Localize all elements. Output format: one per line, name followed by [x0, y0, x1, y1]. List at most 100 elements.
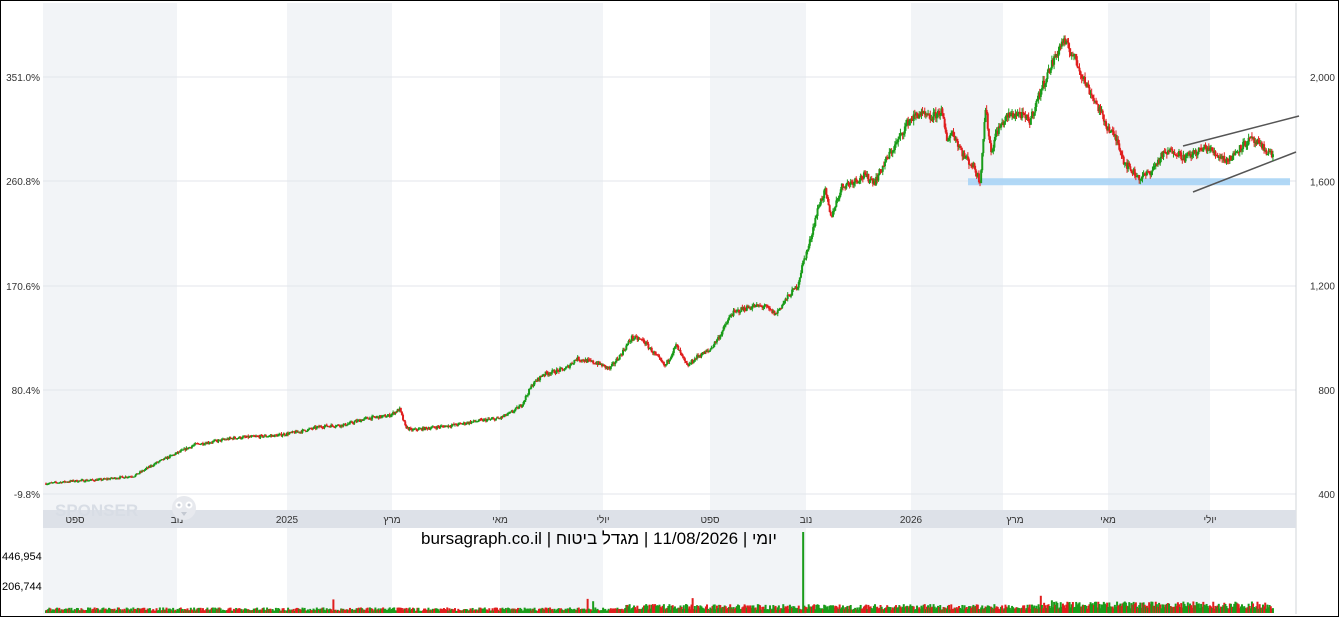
candle-body — [281, 435, 284, 437]
candle-body — [769, 307, 772, 310]
candle-down — [986, 111, 989, 131]
candle-body — [1271, 154, 1274, 158]
volume-month-band — [287, 528, 392, 614]
right-axis-tick-label: 1,200 — [1310, 282, 1335, 293]
left-axis-tick-label: 80.4% — [12, 386, 40, 397]
candle-body — [877, 174, 880, 181]
candle-body — [829, 211, 832, 216]
candle-body — [1076, 60, 1079, 67]
candle-body — [941, 108, 944, 114]
left-axis-tick-label: 260.8% — [6, 177, 40, 188]
candle-body — [1092, 98, 1095, 101]
time-axis-label: מרץ — [383, 515, 400, 526]
candle-body — [816, 208, 819, 217]
left-percent-axis: 351.0% 260.8% 170.6% 80.4% -9.8% — [6, 73, 40, 501]
candle-body — [617, 359, 620, 361]
volume-month-band — [911, 528, 1003, 614]
candle-body — [790, 295, 793, 297]
candle-body — [1105, 121, 1108, 127]
volume-axis: 446,954 206,744 — [2, 551, 42, 593]
right-axis-tick-label: 800 — [1318, 386, 1335, 397]
candle-up — [528, 388, 531, 396]
month-band — [1108, 3, 1210, 510]
time-axis-label: מאי — [1100, 515, 1116, 526]
candle-body — [983, 122, 986, 140]
candle-body — [1180, 152, 1183, 160]
candle-body — [1214, 151, 1217, 155]
candle-down — [1214, 150, 1217, 159]
right-axis-tick-label: 2,000 — [1310, 73, 1335, 84]
candle-body — [399, 407, 402, 412]
left-axis-tick-label: 170.6% — [6, 282, 40, 293]
volume-axis-tick-label: 206,744 — [2, 581, 42, 593]
candle-body — [681, 354, 684, 357]
candle-body — [1101, 110, 1104, 115]
month-band — [500, 3, 603, 510]
candle-body — [402, 414, 405, 420]
time-axis-label: 2026 — [900, 515, 923, 526]
time-axis-label: יולי — [596, 514, 609, 526]
candle-body — [1029, 118, 1032, 125]
candle-body — [739, 311, 742, 313]
month-band — [287, 3, 392, 510]
candle-body — [563, 369, 566, 371]
candle-body — [234, 436, 237, 439]
candle-body — [561, 368, 564, 370]
candle-body — [385, 416, 388, 418]
candle-body — [825, 188, 828, 196]
candle-body — [827, 199, 830, 206]
support-band — [968, 178, 1290, 186]
candle-body — [724, 324, 727, 326]
time-axis-label: מאי — [492, 515, 508, 526]
candle-body — [199, 444, 202, 446]
candle-body — [728, 317, 731, 320]
stock-chart: ספט נוב 2025 מרץ מאי יולי ספט נוב 2026 מרץ מאי יולי… — [2, 3, 1335, 614]
month-band — [710, 3, 806, 510]
candle-body — [1129, 166, 1132, 170]
time-axis-label: מרץ — [1006, 515, 1023, 526]
candle-body — [592, 360, 595, 364]
candle-body — [799, 272, 802, 278]
candle-up — [494, 418, 497, 421]
candle-body — [814, 217, 817, 227]
candle-body — [967, 159, 970, 165]
right-price-axis: 2,000 1,600 1,200 800 400 — [1310, 73, 1335, 501]
candle-body — [1090, 93, 1093, 96]
month-band — [911, 3, 1003, 510]
candle-body — [1046, 72, 1049, 80]
volume-bar — [1271, 608, 1274, 613]
candle-body — [1035, 100, 1038, 107]
candle-body — [833, 210, 836, 212]
time-axis-label: יולי — [1203, 514, 1216, 526]
candlestick-series — [45, 35, 1274, 486]
candle-body — [528, 388, 531, 395]
candle-body — [182, 449, 185, 451]
volume-month-band — [1108, 528, 1210, 614]
left-axis-tick-label: -9.8% — [14, 490, 40, 501]
candle-body — [677, 345, 680, 351]
left-axis-tick-label: 351.0% — [6, 73, 40, 84]
candle-down — [1250, 132, 1253, 142]
time-axis-label: נוב — [800, 515, 813, 526]
right-axis-tick-label: 1,600 — [1310, 177, 1335, 188]
candle-body — [494, 418, 497, 421]
candle-body — [366, 417, 369, 419]
time-axis-label: 2025 — [276, 515, 299, 526]
candle-body — [801, 265, 804, 273]
candle-body — [987, 128, 990, 137]
candle-body — [518, 406, 521, 409]
volume-axis-tick-label: 446,954 — [2, 551, 42, 563]
candle-body — [679, 349, 682, 353]
candle-body — [683, 358, 686, 361]
candle-body — [1265, 150, 1268, 155]
candle-body — [262, 436, 265, 438]
candle-body — [1102, 114, 1105, 122]
month-band — [43, 3, 177, 510]
watermark-text: SPONSER — [55, 501, 138, 520]
candle-body — [776, 310, 779, 314]
candle-body — [986, 113, 989, 129]
volume-bar — [802, 532, 805, 613]
candle-body — [353, 421, 356, 424]
owl-logo-icon — [172, 496, 196, 520]
right-axis-tick-label: 400 — [1318, 490, 1335, 501]
